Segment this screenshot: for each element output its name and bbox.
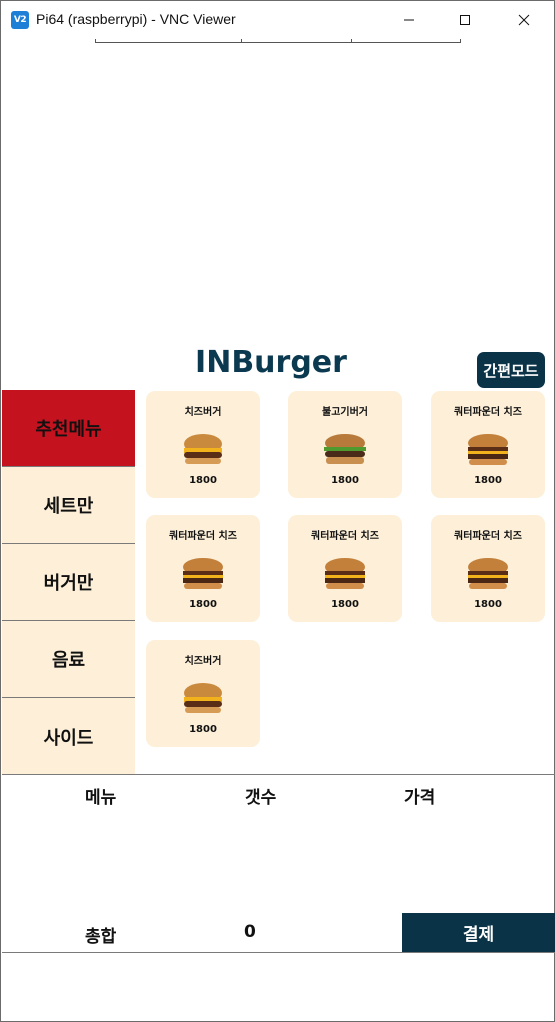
category-burger-only[interactable]: 버거만	[2, 544, 135, 621]
menu-item-name: 치즈버거	[184, 407, 222, 418]
cart-bottom-divider	[2, 952, 555, 953]
menu-item-name: 치즈버거	[184, 656, 222, 667]
bulgogi-burger-icon	[324, 434, 366, 464]
cart-header-menu: 메뉴	[85, 788, 117, 808]
category-recommended[interactable]: 추천메뉴	[2, 390, 135, 467]
vnc-viewer-window: V2 Pi64 (raspberrypi) - VNC Viewer INBur…	[0, 0, 555, 1022]
total-label: 총합	[85, 927, 117, 947]
menu-card[interactable]: 불고기버거 1800	[288, 391, 402, 498]
pay-button[interactable]: 결제	[402, 913, 555, 952]
cart-top-divider	[2, 774, 555, 775]
category-drinks[interactable]: 음료	[2, 621, 135, 698]
menu-card[interactable]: 쿼터파운더 치즈 1800	[431, 515, 545, 622]
menu-item-price: 1800	[331, 599, 359, 610]
maximize-icon	[460, 15, 470, 25]
menu-item-name: 쿼터파운더 치즈	[454, 407, 522, 418]
cheeseburger-icon	[184, 434, 222, 464]
quarter-pounder-icon	[183, 558, 223, 589]
menu-item-name: 쿼터파운더 치즈	[169, 531, 237, 542]
maximize-button[interactable]	[442, 1, 488, 39]
menu-item-price: 1800	[189, 599, 217, 610]
close-icon	[518, 14, 530, 26]
menu-item-name: 쿼터파운더 치즈	[454, 531, 522, 542]
menu-item-price: 1800	[189, 724, 217, 735]
menu-card[interactable]: 치즈버거 1800	[146, 640, 260, 747]
total-value: 0	[244, 922, 256, 942]
menu-item-name: 불고기버거	[322, 407, 368, 418]
window-title: Pi64 (raspberrypi) - VNC Viewer	[36, 11, 236, 27]
brand-title: INBurger	[195, 345, 347, 380]
menu-item-name: 쿼터파운더 치즈	[311, 531, 379, 542]
cart-header-count: 갯수	[245, 788, 277, 808]
menu-item-price: 1800	[474, 599, 502, 610]
title-bar[interactable]: V2 Pi64 (raspberrypi) - VNC Viewer	[1, 1, 554, 39]
menu-card[interactable]: 쿼터파운더 치즈 1800	[288, 515, 402, 622]
menu-item-price: 1800	[474, 475, 502, 486]
quarter-pounder-icon	[468, 434, 508, 465]
category-side[interactable]: 사이드	[2, 698, 135, 775]
vnc-app-icon: V2	[11, 11, 29, 29]
simple-mode-button[interactable]: 간편모드	[477, 352, 545, 388]
menu-item-price: 1800	[331, 475, 359, 486]
minimize-icon	[404, 19, 414, 21]
cart-header-price: 가격	[404, 788, 436, 808]
menu-card[interactable]: 쿼터파운더 치즈 1800	[146, 515, 260, 622]
quarter-pounder-icon	[325, 558, 365, 589]
menu-item-price: 1800	[189, 475, 217, 486]
category-sidebar: 추천메뉴 세트만 버거만 음료 사이드	[2, 390, 135, 775]
cheeseburger-icon	[184, 683, 222, 713]
minimize-button[interactable]	[386, 1, 432, 39]
vnc-toolbar-handle[interactable]	[95, 39, 461, 43]
category-set-only[interactable]: 세트만	[2, 467, 135, 544]
menu-card[interactable]: 쿼터파운더 치즈 1800	[431, 391, 545, 498]
quarter-pounder-icon	[468, 558, 508, 589]
menu-card[interactable]: 치즈버거 1800	[146, 391, 260, 498]
close-button[interactable]	[501, 1, 547, 39]
